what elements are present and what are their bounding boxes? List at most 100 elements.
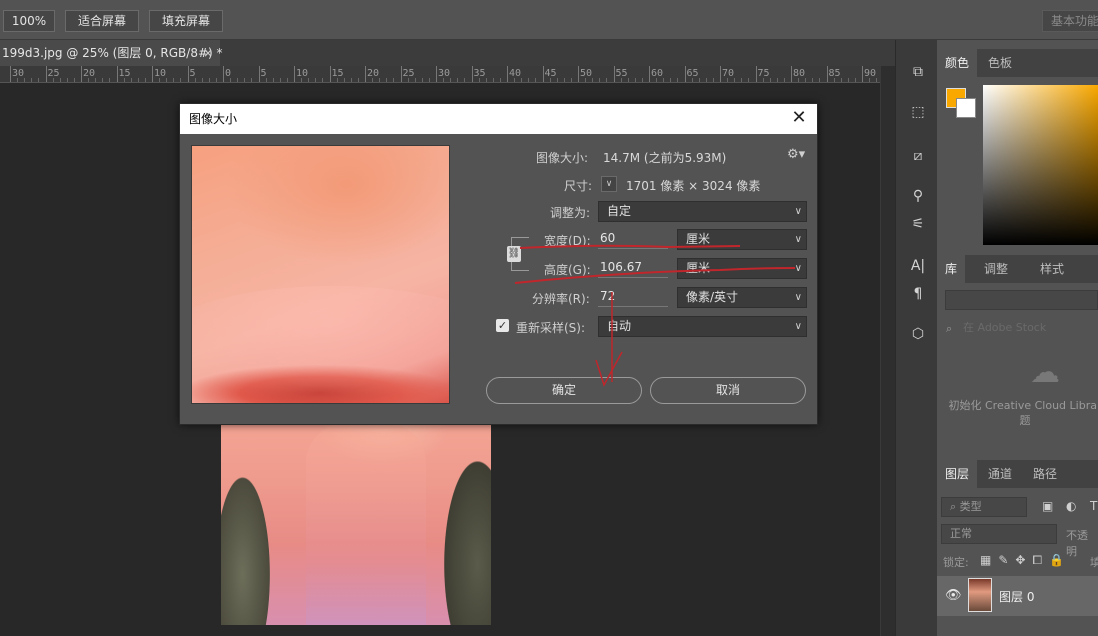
ruler-minor-tick [712, 78, 714, 82]
filter-adjustment-icon[interactable]: ◐ [1066, 499, 1076, 513]
fit-screen-button[interactable]: 适合屏幕 [65, 10, 139, 32]
ruler-minor-tick [592, 78, 594, 82]
ruler-minor-tick [769, 78, 771, 82]
ruler-major-tick [436, 66, 437, 82]
cc-library-message: 初始化 Creative Cloud Librar 题 [948, 399, 1098, 427]
ruler-minor-tick [670, 78, 672, 82]
library-dropdown[interactable] [945, 290, 1098, 310]
tab-paths[interactable]: 路径 [1025, 460, 1065, 488]
filter-image-icon[interactable]: ▣ [1042, 499, 1053, 513]
ruler-minor-tick [123, 78, 125, 82]
ruler-minor-tick [66, 78, 68, 82]
ruler-minor-tick [627, 78, 629, 82]
ruler-minor-tick [599, 78, 601, 82]
layer-filter-select[interactable]: ⌕ 类型 [941, 497, 1027, 517]
ok-button[interactable]: 确定 [486, 377, 642, 404]
fit-to-value: 自定 [607, 204, 632, 218]
resolution-unit-select[interactable]: 像素/英寸 ∨ [677, 287, 807, 308]
ruler-major-tick [329, 66, 331, 82]
workspace-switcher[interactable]: 基本功能 [1042, 10, 1098, 32]
character-icon[interactable]: A| [908, 256, 928, 276]
resample-checkbox[interactable]: ✓ [496, 319, 509, 332]
ruler-minor-tick [52, 78, 54, 82]
ruler-minor-tick [272, 78, 274, 82]
ruler-minor-tick [73, 78, 75, 82]
color-picker-field[interactable] [983, 85, 1098, 245]
ruler-major-tick [826, 66, 828, 82]
ruler-minor-tick [691, 78, 693, 82]
background-color-swatch[interactable] [956, 98, 976, 118]
fill-label: 填 [1090, 556, 1098, 569]
ruler-minor-tick [208, 78, 210, 82]
resolution-input[interactable]: 72 [598, 287, 668, 307]
ruler-minor-tick [727, 78, 729, 82]
close-icon[interactable]: ✕ [789, 108, 809, 128]
resample-label: 重新采样(S): [516, 321, 586, 335]
history-icon[interactable]: ⧉ [908, 62, 928, 82]
stock-search-input[interactable]: 在 Adobe Stock [945, 318, 1098, 338]
image-size-value: 14.7M (之前为5.93M) [603, 151, 727, 165]
ruler-minor-tick [869, 78, 871, 82]
ruler-minor-tick [805, 78, 807, 82]
cancel-button[interactable]: 取消 [650, 377, 806, 404]
tab-libraries[interactable]: 库 [937, 255, 966, 283]
ruler-minor-tick [350, 78, 352, 82]
fit-to-select[interactable]: 自定 ∨ [598, 201, 807, 222]
ruler-minor-tick [265, 78, 267, 82]
width-unit-select[interactable]: 厘米 ∨ [677, 229, 807, 250]
settings-gear-icon[interactable]: ⚙▾ [787, 147, 805, 162]
ruler-minor-tick [854, 78, 856, 82]
adjustments-icon[interactable]: ⚟ [908, 214, 928, 234]
height-label: 高度(G): [544, 263, 591, 277]
dimensions-unit-dropdown[interactable]: ∨ [601, 176, 617, 192]
3d-cube-icon[interactable]: ⬡ [908, 324, 928, 344]
height-input[interactable]: 106.67 [598, 258, 668, 278]
width-input[interactable]: 60 [598, 229, 668, 249]
ruler-major-tick [45, 66, 47, 82]
ruler-minor-tick [322, 78, 324, 82]
ruler-major-tick [365, 66, 366, 82]
lock-icons[interactable]: ▦✎✥⧠🔒 [980, 553, 1071, 568]
search-icon: ⌕ [946, 322, 953, 335]
ruler-minor-tick [201, 78, 203, 82]
tab-styles[interactable]: 样式 [1032, 255, 1072, 283]
ruler-minor-tick [315, 78, 317, 82]
link-chain-icon[interactable]: ⛓ [507, 246, 521, 262]
document-tab[interactable]: 199d3.jpg @ 25% (图层 0, RGB/8#) * × [0, 40, 223, 66]
ruler-minor-tick [641, 78, 643, 82]
image-preview[interactable] [191, 145, 450, 404]
fill-screen-button[interactable]: 填充屏幕 [149, 10, 223, 32]
ruler-minor-tick [563, 78, 565, 82]
dialog-titlebar: 图像大小 ✕ [180, 104, 817, 134]
clone-source-icon[interactable]: ⧄ [908, 146, 928, 166]
ruler-minor-tick [478, 78, 480, 82]
paragraph-icon[interactable]: ¶ [908, 284, 928, 304]
blend-mode-select[interactable]: 正常 [941, 524, 1057, 544]
dialog-title: 图像大小 [189, 112, 238, 126]
height-unit-select[interactable]: 厘米 ∨ [677, 258, 807, 279]
ruler-minor-tick [59, 78, 61, 82]
tab-swatches[interactable]: 色板 [980, 49, 1020, 77]
chevron-down-icon: ∨ [794, 321, 802, 332]
ruler-major-tick [223, 66, 224, 82]
close-tab-icon[interactable]: × [203, 40, 213, 66]
ruler-minor-tick [144, 78, 146, 82]
brush-settings-icon[interactable]: ⚲ [908, 186, 928, 206]
tab-layers[interactable]: 图层 [937, 460, 978, 488]
3d-layer-icon[interactable]: ⬚ [908, 102, 928, 122]
tab-channels[interactable]: 通道 [980, 460, 1020, 488]
layer-name: 图层 0 [999, 590, 1035, 604]
zoom-100-button[interactable]: 100% [3, 10, 55, 32]
resample-select[interactable]: 自动 ∨ [598, 316, 807, 337]
vertical-scrollbar[interactable] [880, 66, 895, 636]
ruler-minor-tick [443, 78, 445, 82]
lock-label: 锁定: [943, 556, 969, 569]
ruler-minor-tick [173, 78, 175, 82]
resolution-unit-value: 像素/英寸 [686, 290, 739, 304]
filter-type-icon[interactable]: T [1090, 499, 1097, 513]
visibility-eye-icon[interactable]: 👁 [945, 588, 962, 603]
tab-color[interactable]: 颜色 [937, 49, 978, 77]
tab-adjustments[interactable]: 调整 [976, 255, 1016, 283]
canvas-image [221, 423, 491, 625]
ruler-minor-tick [535, 78, 537, 82]
